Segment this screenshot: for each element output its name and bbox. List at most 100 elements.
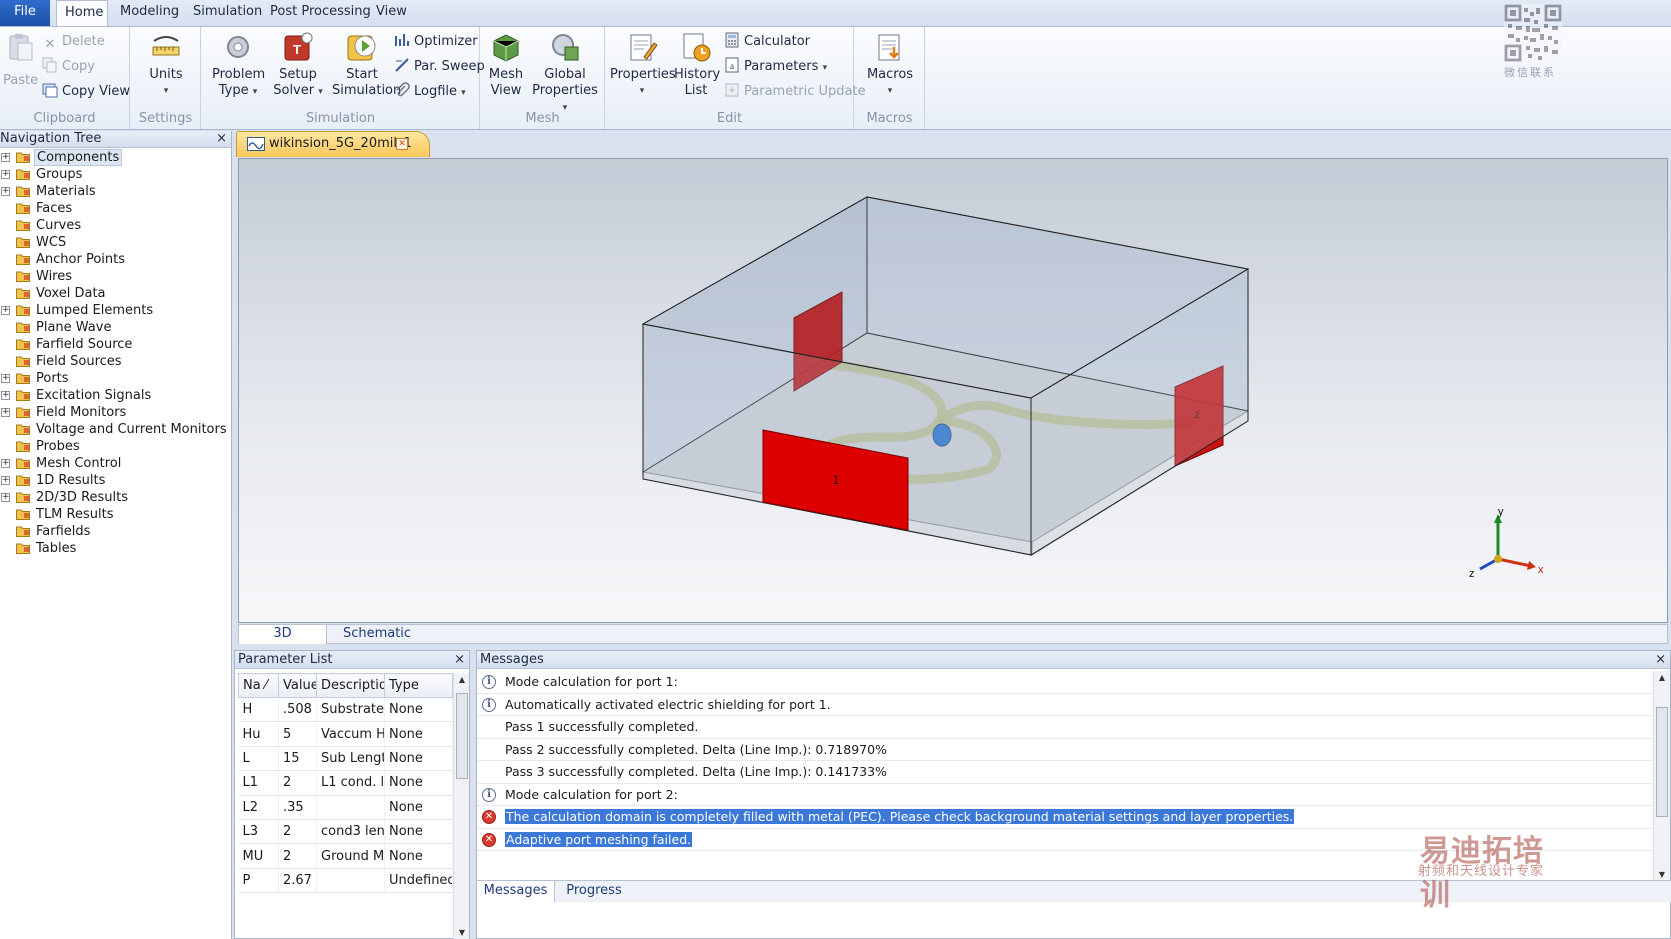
- messages-close-icon[interactable]: ×: [1655, 651, 1666, 668]
- table-cell[interactable]: cond3 leng: [316, 819, 385, 845]
- message-row[interactable]: Pass 2 successfully completed. Delta (Li…: [477, 739, 1655, 761]
- copy-view-button[interactable]: Copy View: [42, 82, 130, 102]
- expand-icon[interactable]: +: [1, 153, 10, 162]
- table-cell[interactable]: None: [384, 770, 453, 796]
- logfile-button[interactable]: Logfile ▾: [394, 82, 466, 102]
- tree-item[interactable]: + Materials: [0, 183, 231, 200]
- tree-item[interactable]: Farfield Source: [0, 336, 231, 353]
- tree-item[interactable]: +1D Results: [0, 472, 231, 489]
- tab-simulation[interactable]: Simulation: [185, 0, 270, 26]
- tree-item[interactable]: Plane Wave: [0, 319, 231, 336]
- parameter-list-close-icon[interactable]: ×: [454, 651, 465, 668]
- expand-icon[interactable]: +: [1, 476, 10, 485]
- tab-view[interactable]: View: [368, 0, 415, 26]
- tree-item[interactable]: WCS: [0, 234, 231, 251]
- table-cell[interactable]: L1 cond. ler: [316, 770, 385, 796]
- setup-solver-button[interactable]: T Setup Solver ▾: [272, 31, 324, 100]
- table-cell[interactable]: P: [238, 868, 279, 894]
- table-cell[interactable]: 15: [278, 746, 317, 772]
- tree-item[interactable]: Tables: [0, 540, 231, 557]
- message-row[interactable]: i Mode calculation for port 1:: [477, 671, 1655, 694]
- 3d-model-scene[interactable]: 2 1 y x z: [239, 159, 1668, 623]
- tree-item[interactable]: Field Sources: [0, 353, 231, 370]
- message-row[interactable]: Pass 1 successfully completed.: [477, 716, 1655, 739]
- column-header[interactable]: Value: [278, 673, 317, 698]
- table-cell[interactable]: None: [384, 843, 453, 869]
- tab-progress[interactable]: Progress: [563, 881, 625, 902]
- copy-button[interactable]: Copy: [42, 57, 95, 77]
- table-cell[interactable]: [316, 795, 385, 820]
- messages-scrollbar[interactable]: ▲ ▼: [1653, 671, 1670, 881]
- tree-item[interactable]: + Excitation Signals: [0, 387, 231, 404]
- expand-icon[interactable]: +: [1, 391, 10, 400]
- expand-icon[interactable]: +: [1, 493, 10, 502]
- tree-item[interactable]: Probes: [0, 438, 231, 455]
- tree-item[interactable]: + Lumped Elements: [0, 302, 231, 319]
- parameters-button[interactable]: a Parameters ▾: [724, 57, 827, 77]
- table-row[interactable]: H.508Substrate hNone: [238, 697, 453, 723]
- tab-3d[interactable]: 3D: [239, 625, 327, 644]
- scroll-up-icon[interactable]: ▲: [1654, 673, 1670, 682]
- tab-home[interactable]: Home: [56, 0, 108, 27]
- table-cell[interactable]: MU: [238, 843, 279, 869]
- global-properties-button[interactable]: Global Properties ▾: [531, 31, 599, 116]
- column-header[interactable]: Description: [316, 673, 385, 698]
- table-cell[interactable]: [316, 868, 385, 894]
- tree-item[interactable]: + Components: [0, 149, 231, 166]
- table-cell[interactable]: None: [384, 697, 453, 723]
- tree-item[interactable]: Voltage and Current Monitors: [0, 421, 231, 438]
- table-cell[interactable]: Sub Length: [316, 746, 385, 772]
- tree-item[interactable]: Voxel Data: [0, 285, 231, 302]
- tree-item[interactable]: Curves: [0, 217, 231, 234]
- table-row[interactable]: L32cond3 lengNone: [238, 819, 453, 845]
- column-header[interactable]: Na ⁄: [238, 673, 279, 698]
- delete-button[interactable]: ✕ Delete: [42, 32, 105, 52]
- document-tab[interactable]: wikinsion_5G_20mil_1 ✕: [236, 131, 430, 157]
- table-cell[interactable]: None: [384, 795, 453, 820]
- tab-schematic[interactable]: Schematic: [337, 625, 417, 644]
- calculator-button[interactable]: Calculator: [724, 32, 810, 52]
- tree-item[interactable]: Wires: [0, 268, 231, 285]
- parameter-list-scrollbar[interactable]: ▲ ▼: [453, 673, 469, 939]
- scroll-down-icon[interactable]: ▼: [1654, 870, 1670, 879]
- tab-modeling[interactable]: Modeling: [112, 0, 187, 26]
- optimizer-button[interactable]: Optimizer: [394, 32, 478, 52]
- message-row[interactable]: i Mode calculation for port 2:: [477, 784, 1655, 806]
- message-row[interactable]: Pass 3 successfully completed. Delta (Li…: [477, 761, 1655, 784]
- expand-icon[interactable]: +: [1, 459, 10, 468]
- document-tab-close-icon[interactable]: ✕: [396, 138, 408, 150]
- problem-type-button[interactable]: Problem Type ▾: [212, 31, 265, 100]
- expand-icon[interactable]: +: [1, 170, 10, 179]
- table-cell[interactable]: 2: [278, 843, 317, 869]
- tree-item[interactable]: + Ports: [0, 370, 231, 387]
- table-cell[interactable]: 2: [278, 819, 317, 845]
- start-simulation-button[interactable]: Start Simulation: [332, 31, 401, 99]
- expand-icon[interactable]: +: [1, 306, 10, 315]
- tab-file[interactable]: File: [0, 0, 50, 26]
- tree-item[interactable]: TLM Results: [0, 506, 231, 523]
- table-cell[interactable]: L3: [238, 819, 279, 845]
- tree-item[interactable]: Anchor Points: [0, 251, 231, 268]
- table-cell[interactable]: Undefined: [384, 868, 453, 894]
- properties-button[interactable]: Properties ▾: [610, 31, 676, 99]
- tab-messages[interactable]: Messages: [477, 881, 555, 902]
- table-row[interactable]: L2.35 None: [238, 795, 453, 820]
- column-header[interactable]: Type: [384, 673, 453, 698]
- table-cell[interactable]: L1: [238, 770, 279, 796]
- macros-button[interactable]: Macros ▾: [865, 31, 915, 99]
- tab-post-processing[interactable]: Post Processing: [262, 0, 379, 26]
- table-row[interactable]: L15Sub LengthNone: [238, 746, 453, 772]
- par-sweep-button[interactable]: Par. Sweep: [394, 57, 485, 77]
- table-cell[interactable]: 5: [278, 721, 317, 747]
- table-cell[interactable]: .508: [278, 697, 317, 723]
- table-cell[interactable]: L2: [238, 795, 279, 820]
- parametric-update-button[interactable]: Parametric Update: [724, 82, 866, 102]
- table-cell[interactable]: L: [238, 746, 279, 772]
- table-row[interactable]: MU2Ground MeNone: [238, 843, 453, 869]
- expand-icon[interactable]: +: [1, 187, 10, 196]
- expand-icon[interactable]: +: [1, 374, 10, 383]
- scroll-thumb[interactable]: [456, 693, 468, 779]
- table-cell[interactable]: 2: [278, 770, 317, 796]
- tree-item[interactable]: Farfields: [0, 523, 231, 540]
- units-button[interactable]: Units ▾: [143, 31, 189, 99]
